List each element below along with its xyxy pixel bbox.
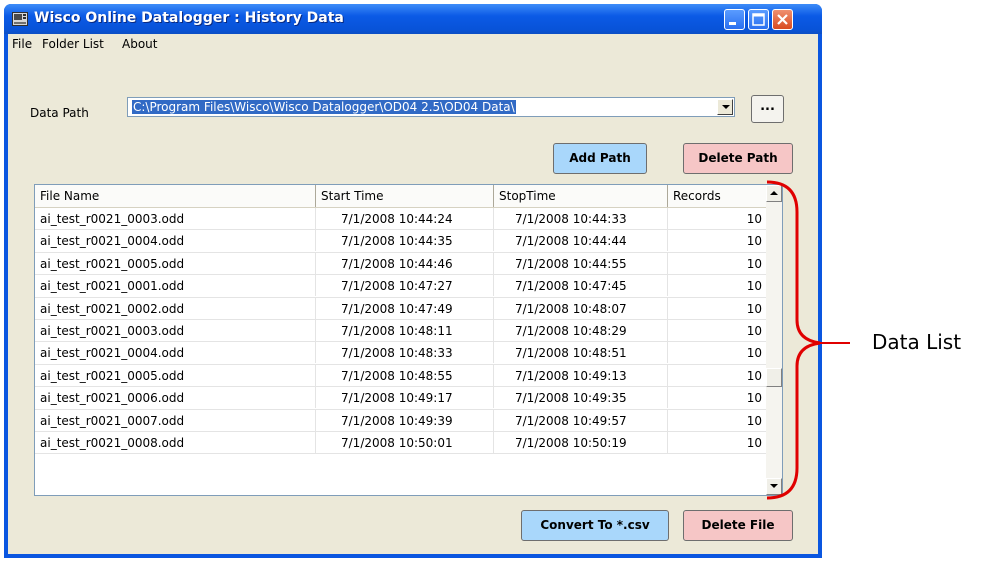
delete-file-button[interactable]: Delete File	[683, 510, 793, 541]
cell-start-time: 7/1/2008 10:48:55	[316, 364, 494, 386]
delete-path-button[interactable]: Delete Path	[683, 143, 793, 174]
data-list[interactable]: File Name Start Time StopTime Records ai…	[34, 184, 783, 496]
cell-records: 10	[668, 297, 767, 319]
maximize-icon	[752, 13, 765, 26]
cell-start-time: 7/1/2008 10:44:24	[316, 208, 494, 229]
convert-to-csv-button[interactable]: Convert To *.csv	[521, 510, 669, 541]
cell-file-name: ai_test_r0021_0004.odd	[35, 342, 316, 364]
add-path-button[interactable]: Add Path	[553, 143, 647, 174]
table-row[interactable]: ai_test_r0021_0003.odd 7/1/2008 10:48:11 7…	[35, 319, 767, 343]
close-icon	[777, 14, 788, 25]
table-row[interactable]: ai_test_r0021_0004.odd 7/1/2008 10:44:35 7…	[35, 230, 767, 253]
cell-records: 10	[668, 275, 767, 297]
maximize-button[interactable]	[748, 9, 769, 30]
cell-stop-time: 7/1/2008 10:47:45	[494, 275, 668, 297]
cell-stop-time: 7/1/2008 10:50:19	[494, 431, 668, 453]
cell-stop-time: 7/1/2008 10:48:29	[494, 319, 668, 341]
cell-file-name: ai_test_r0021_0008.odd	[35, 431, 316, 453]
data-list-callout: Data List	[872, 330, 962, 354]
data-path-label: Data Path	[30, 106, 89, 120]
cell-start-time: 7/1/2008 10:48:33	[316, 342, 494, 364]
cell-start-time: 7/1/2008 10:49:39	[316, 409, 494, 431]
cell-file-name: ai_test_r0021_0001.odd	[35, 275, 316, 297]
table-row[interactable]: ai_test_r0021_0002.odd 7/1/2008 10:47:49 7…	[35, 297, 767, 320]
cell-file-name: ai_test_r0021_0007.odd	[35, 409, 316, 431]
cell-records: 10	[668, 342, 767, 364]
menu-folder-list[interactable]: Folder List	[42, 37, 104, 51]
cell-records: 10	[668, 364, 767, 386]
window-title: Wisco Online Datalogger : History Data	[34, 10, 344, 26]
curly-brace-annotation	[766, 180, 850, 500]
cell-stop-time: 7/1/2008 10:49:57	[494, 409, 668, 431]
cell-file-name: ai_test_r0021_0005.odd	[35, 252, 316, 274]
table-row[interactable]: ai_test_r0021_0004.odd 7/1/2008 10:48:33 7…	[35, 342, 767, 365]
data-path-combobox[interactable]: C:\Program Files\Wisco\Wisco Datalogger\…	[127, 97, 735, 117]
cell-start-time: 7/1/2008 10:47:27	[316, 275, 494, 297]
main-window: Wisco Online Datalogger : History Data F…	[4, 4, 822, 558]
cell-file-name: ai_test_r0021_0003.odd	[35, 319, 316, 341]
table-row[interactable]: ai_test_r0021_0001.odd 7/1/2008 10:47:27 7…	[35, 275, 767, 298]
chevron-down-icon	[722, 105, 730, 109]
cell-file-name: ai_test_r0021_0006.odd	[35, 387, 316, 409]
cell-file-name: ai_test_r0021_0004.odd	[35, 230, 316, 252]
cell-start-time: 7/1/2008 10:48:11	[316, 319, 494, 341]
cell-records: 10	[668, 319, 767, 341]
cell-stop-time: 7/1/2008 10:49:35	[494, 387, 668, 409]
cell-start-time: 7/1/2008 10:49:17	[316, 387, 494, 409]
close-button[interactable]	[772, 9, 793, 30]
cell-records: 10	[668, 208, 767, 229]
cell-records: 10	[668, 431, 767, 453]
data-path-value[interactable]: C:\Program Files\Wisco\Wisco Datalogger\…	[132, 100, 516, 114]
cell-stop-time: 7/1/2008 10:44:44	[494, 230, 668, 252]
cell-records: 10	[668, 387, 767, 409]
menu-bar: File Folder List About	[8, 34, 818, 54]
table-row[interactable]: ai_test_r0021_0003.odd 7/1/2008 10:44:24 7…	[35, 208, 767, 231]
cell-stop-time: 7/1/2008 10:49:13	[494, 364, 668, 386]
cell-stop-time: 7/1/2008 10:44:55	[494, 252, 668, 274]
table-row[interactable]: ai_test_r0021_0005.odd 7/1/2008 10:44:46 7…	[35, 252, 767, 276]
column-header-records[interactable]: Records	[668, 185, 767, 207]
client-area: File Folder List About Data Path C:\Prog…	[8, 34, 818, 554]
data-path-dropdown-button[interactable]	[717, 99, 733, 115]
cell-start-time: 7/1/2008 10:47:49	[316, 297, 494, 319]
app-icon	[12, 12, 28, 26]
cell-stop-time: 7/1/2008 10:48:07	[494, 297, 668, 319]
cell-start-time: 7/1/2008 10:44:46	[316, 252, 494, 274]
menu-about[interactable]: About	[122, 37, 157, 51]
table-row[interactable]: ai_test_r0021_0008.odd 7/1/2008 10:50:01 7…	[35, 431, 767, 455]
minimize-icon	[729, 22, 736, 25]
cell-stop-time: 7/1/2008 10:44:33	[494, 208, 668, 229]
column-header-stop-time[interactable]: StopTime	[494, 185, 668, 207]
title-bar[interactable]: Wisco Online Datalogger : History Data	[4, 4, 822, 34]
table-row[interactable]: ai_test_r0021_0006.odd 7/1/2008 10:49:17 7…	[35, 387, 767, 410]
list-header: File Name Start Time StopTime Records	[35, 185, 767, 208]
list-rows: ai_test_r0021_0003.odd 7/1/2008 10:44:24 7…	[35, 208, 767, 455]
cell-start-time: 7/1/2008 10:44:35	[316, 230, 494, 252]
minimize-button[interactable]	[724, 9, 745, 30]
cell-records: 10	[668, 230, 767, 252]
cell-file-name: ai_test_r0021_0003.odd	[35, 208, 316, 229]
column-header-file-name[interactable]: File Name	[35, 185, 316, 207]
table-row[interactable]: ai_test_r0021_0005.odd 7/1/2008 10:48:55 7…	[35, 364, 767, 388]
column-header-start-time[interactable]: Start Time	[316, 185, 494, 207]
table-row[interactable]: ai_test_r0021_0007.odd 7/1/2008 10:49:39 7…	[35, 409, 767, 432]
cell-records: 10	[668, 409, 767, 431]
browse-button[interactable]: ...	[751, 95, 784, 123]
cell-start-time: 7/1/2008 10:50:01	[316, 431, 494, 453]
cell-stop-time: 7/1/2008 10:48:51	[494, 342, 668, 364]
cell-records: 10	[668, 252, 767, 274]
menu-file[interactable]: File	[12, 37, 32, 51]
cell-file-name: ai_test_r0021_0005.odd	[35, 364, 316, 386]
cell-file-name: ai_test_r0021_0002.odd	[35, 297, 316, 319]
